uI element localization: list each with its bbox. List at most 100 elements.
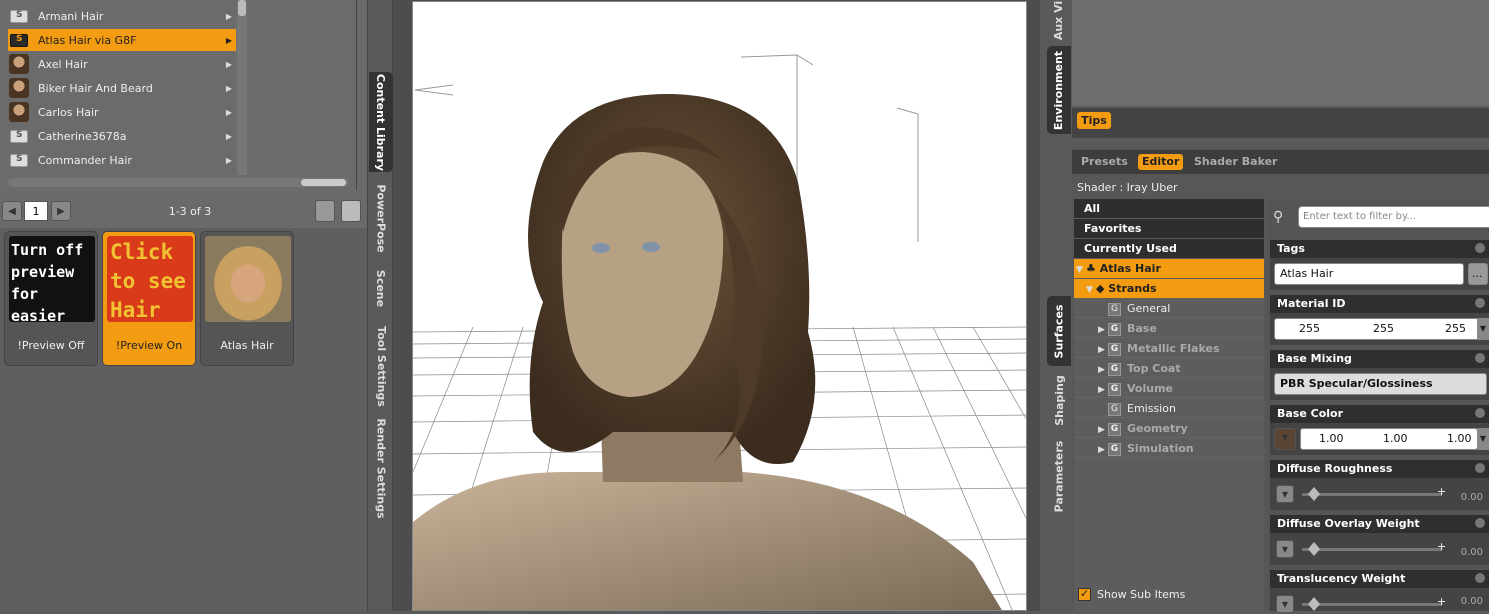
expand-icon[interactable]: ▶ [1098, 361, 1108, 380]
expand-arrow-icon[interactable]: ▶ [226, 60, 232, 69]
slider-knob[interactable] [1308, 542, 1320, 556]
chevron-down-icon[interactable]: ▼ [1477, 428, 1489, 450]
tree-node-strands[interactable]: ▼ ◆ Strands [1074, 279, 1264, 298]
tree-item-carlos-hair[interactable]: Carlos Hair ▶ [8, 101, 236, 123]
base-mixing-select[interactable]: PBR Specular/Glossiness [1274, 373, 1487, 395]
group-icon: G [1108, 302, 1121, 316]
tree-group-geometry[interactable]: ▶ G Geometry [1074, 419, 1264, 438]
tree-group-emission[interactable]: G Emission [1074, 399, 1264, 418]
3d-viewport[interactable] [412, 1, 1027, 611]
tab-environment[interactable]: Environment [1047, 46, 1071, 134]
tab-editor[interactable]: Editor [1138, 154, 1184, 170]
tree-item-axel-hair[interactable]: Axel Hair ▶ [8, 53, 236, 75]
gear-icon[interactable] [1475, 518, 1485, 528]
property-translucency-weight: Translucency Weight ▼ + 0.00 [1270, 570, 1489, 613]
base-color-field[interactable]: 1.00 1.00 1.00 [1300, 428, 1478, 450]
gear-icon[interactable] [1475, 408, 1485, 418]
property-diffuse-overlay-weight: Diffuse Overlay Weight ▼ + 0.00 [1270, 515, 1489, 565]
tree-group-base[interactable]: ▶ G Base [1074, 319, 1264, 338]
tab-scene[interactable]: Scene [369, 262, 393, 314]
show-sub-items-checkbox[interactable]: Show Sub Items [1078, 587, 1185, 601]
gear-icon[interactable] [1475, 298, 1485, 308]
slider-menu-button[interactable]: ▼ [1276, 485, 1294, 503]
tree-item-commander-hair[interactable]: Commander Hair ▶ [8, 149, 236, 171]
expand-icon[interactable]: ▶ [1098, 381, 1108, 400]
color-swatch[interactable]: ▼ [1274, 428, 1296, 450]
slider-menu-button[interactable]: ▼ [1276, 595, 1294, 613]
group-icon: G [1108, 382, 1121, 396]
folder-icon [10, 33, 28, 47]
expand-arrow-icon[interactable]: ▶ [226, 36, 232, 45]
slider-knob[interactable] [1308, 597, 1320, 611]
horizontal-scrollbar[interactable] [8, 178, 348, 187]
plus-icon[interactable]: + [1437, 540, 1446, 553]
tree-group-simulation[interactable]: ▶ G Simulation [1074, 439, 1264, 458]
gear-icon[interactable] [1475, 573, 1485, 583]
slider-track[interactable] [1302, 493, 1442, 496]
tab-presets[interactable]: Presets [1077, 154, 1132, 170]
tips-button[interactable]: Tips [1077, 112, 1111, 129]
tab-surfaces[interactable]: Surfaces [1047, 296, 1071, 366]
gear-icon[interactable] [1475, 353, 1485, 363]
page-count: 1-3 of 3 [168, 205, 212, 218]
folder-tree: Armani Hair ▶ Atlas Hair via G8F ▶ Axel … [0, 0, 357, 190]
collapse-icon[interactable]: ▼ [1076, 261, 1086, 280]
tab-tool-settings[interactable]: Tool Settings [369, 320, 393, 412]
figure-icon: ♣ [1086, 262, 1100, 275]
slider-knob[interactable] [1308, 487, 1320, 501]
filter-all[interactable]: All [1074, 199, 1264, 218]
tree-group-volume[interactable]: ▶ G Volume [1074, 379, 1264, 398]
slider-menu-button[interactable]: ▼ [1276, 540, 1294, 558]
tree-group-top-coat[interactable]: ▶ G Top Coat [1074, 359, 1264, 378]
slider-track[interactable] [1302, 548, 1442, 551]
tags-field[interactable]: Atlas Hair [1274, 263, 1464, 285]
card-atlas-hair[interactable]: Atlas Hair [200, 231, 294, 366]
slider-track[interactable] [1302, 603, 1442, 606]
tab-parameters[interactable]: Parameters [1047, 436, 1071, 516]
tree-item-catherine[interactable]: Catherine3678a ▶ [8, 125, 236, 147]
tab-powerpose[interactable]: PowerPose [369, 180, 393, 256]
expand-icon[interactable]: ▶ [1098, 441, 1108, 460]
list-view-button[interactable] [341, 200, 361, 222]
next-page-button[interactable]: ▶ [51, 201, 71, 221]
expand-arrow-icon[interactable]: ▶ [226, 84, 232, 93]
prev-page-button[interactable]: ◀ [2, 201, 22, 221]
vertical-scrollbar[interactable] [237, 0, 247, 175]
tree-item-armani-hair[interactable]: Armani Hair ▶ [8, 5, 236, 27]
tab-aux-viewport[interactable]: Aux Vi [1047, 0, 1071, 40]
gear-icon[interactable] [1475, 243, 1485, 253]
gear-icon[interactable] [1475, 463, 1485, 473]
expand-arrow-icon[interactable]: ▶ [226, 12, 232, 21]
tab-shaping[interactable]: Shaping [1047, 370, 1071, 430]
tab-shader-baker[interactable]: Shader Baker [1190, 154, 1281, 170]
filter-favorites[interactable]: Favorites [1074, 219, 1264, 238]
collapse-icon[interactable]: ▼ [1086, 281, 1096, 300]
expand-icon[interactable]: ▶ [1098, 421, 1108, 440]
group-icon: G [1108, 362, 1121, 376]
expand-icon[interactable]: ▶ [1098, 321, 1108, 340]
viewport-scene [413, 54, 1026, 610]
tree-item-biker-hair[interactable]: Biker Hair And Beard ▶ [8, 77, 236, 99]
plus-icon[interactable]: + [1437, 595, 1446, 608]
card-preview-off[interactable]: Turn off preview for easier use !Preview… [4, 231, 98, 366]
expand-icon[interactable]: ▶ [1098, 341, 1108, 360]
property-filter-input[interactable]: Enter text to filter by... [1298, 206, 1489, 228]
tree-group-metallic-flakes[interactable]: ▶ G Metallic Flakes [1074, 339, 1264, 358]
expand-arrow-icon[interactable]: ▶ [226, 108, 232, 117]
tree-item-atlas-hair[interactable]: Atlas Hair via G8F ▶ [8, 29, 236, 51]
expand-arrow-icon[interactable]: ▶ [226, 156, 232, 165]
folder-icon [10, 9, 28, 23]
material-id-field[interactable]: 255 255 255 [1274, 318, 1479, 340]
filter-currently-used[interactable]: Currently Used [1074, 239, 1264, 258]
chevron-down-icon[interactable]: ▼ [1477, 318, 1489, 340]
tree-node-atlas-hair[interactable]: ▼ ♣ Atlas Hair [1074, 259, 1264, 278]
card-preview-on[interactable]: Click to see Hair !Preview On [102, 231, 196, 366]
page-number-field[interactable]: 1 [24, 201, 48, 221]
plus-icon[interactable]: + [1437, 485, 1446, 498]
icon-view-button[interactable] [315, 200, 335, 222]
expand-arrow-icon[interactable]: ▶ [226, 132, 232, 141]
tab-content-library[interactable]: Content Library [369, 72, 393, 172]
tags-more-button[interactable]: ... [1468, 263, 1488, 285]
tab-render-settings[interactable]: Render Settings [369, 418, 393, 518]
tree-group-general[interactable]: G General [1074, 299, 1264, 318]
